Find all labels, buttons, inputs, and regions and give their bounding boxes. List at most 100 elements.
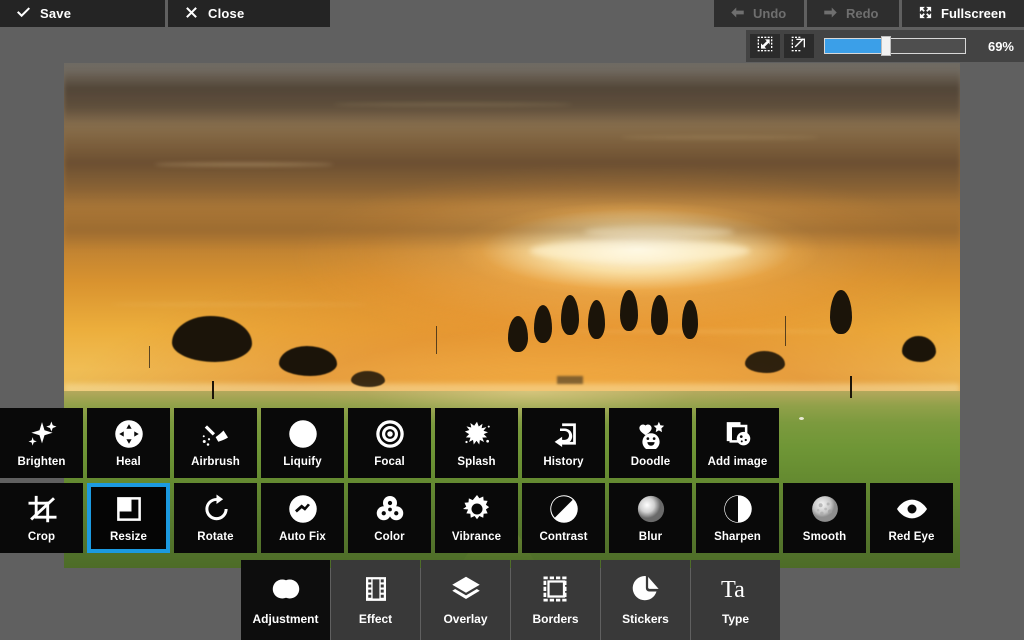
tool-label: Blur (638, 530, 663, 543)
tab-stickers[interactable]: Stickers (601, 560, 690, 640)
zoom-slider[interactable] (824, 36, 966, 56)
color-circles-icon (375, 494, 405, 524)
tree-trunk (211, 381, 214, 400)
tool-sharpen[interactable]: Sharpen (696, 483, 779, 553)
zoom-toolbar: 69% (746, 30, 1024, 62)
tool-label: Doodle (630, 455, 671, 468)
tab-label: Effect (358, 612, 393, 626)
tool-add-image[interactable]: Add image (696, 408, 779, 478)
close-button-label: Close (208, 6, 245, 21)
tool-doodle[interactable]: Doodle (609, 408, 692, 478)
fullscreen-button[interactable]: Fullscreen (902, 0, 1024, 27)
tool-label: Auto Fix (279, 530, 326, 543)
tool-vibrance[interactable]: Vibrance (435, 483, 518, 553)
tool-smooth[interactable]: Smooth (783, 483, 866, 553)
actual-size-button[interactable] (784, 34, 814, 58)
airbrush-icon (201, 419, 231, 449)
zoom-slider-fill (825, 39, 884, 53)
save-button-label: Save (40, 6, 72, 21)
tool-liquify[interactable]: Liquify (261, 408, 344, 478)
top-right-toolbar: Undo Redo Fullscreen 69% (714, 0, 1024, 62)
sheep (798, 416, 804, 420)
border-frame-icon (541, 574, 571, 604)
contrast-icon (549, 494, 579, 524)
cloud-band (64, 129, 960, 203)
cloud-band (64, 209, 960, 250)
tool-crop[interactable]: Crop (0, 483, 83, 553)
sun-break-streak (529, 239, 750, 262)
utility-pole (435, 325, 437, 354)
tab-label: Stickers (622, 612, 669, 626)
tool-label: Vibrance (451, 530, 502, 543)
doodle-icon (636, 419, 666, 449)
actual-size-icon (791, 36, 807, 57)
tool-resize[interactable]: Resize (87, 483, 170, 553)
tool-brighten[interactable]: Brighten (0, 408, 83, 478)
tab-label: Borders (532, 612, 579, 626)
cirrus-cloud (153, 162, 334, 166)
tool-label: Liquify (283, 455, 322, 468)
tool-label: History (543, 455, 584, 468)
tool-label: Add image (707, 455, 768, 468)
tool-color[interactable]: Color (348, 483, 431, 553)
resize-icon (114, 494, 144, 524)
sparkles-icon (27, 419, 57, 449)
tree-silhouette (350, 371, 385, 388)
tool-label: Crop (27, 530, 56, 543)
cirrus-cloud (108, 302, 369, 306)
layers-icon (451, 574, 481, 604)
fullscreen-button-label: Fullscreen (941, 6, 1007, 21)
tool-rotate[interactable]: Rotate (174, 483, 257, 553)
svg-text:Ta: Ta (721, 576, 745, 603)
splash-icon (462, 419, 492, 449)
tool-label: Heal (116, 455, 141, 468)
tab-label: Overlay (443, 612, 488, 626)
undo-button[interactable]: Undo (714, 0, 804, 27)
arrow-left-icon (730, 5, 745, 23)
blur-icon (636, 494, 666, 524)
tool-red-eye[interactable]: Red Eye (870, 483, 953, 553)
fullscreen-expand-icon (918, 5, 933, 23)
tool-label: Rotate (197, 530, 234, 543)
poplar-tree (619, 290, 638, 332)
tool-label: Splash (457, 455, 496, 468)
tool-label: Red Eye (888, 530, 935, 543)
cirrus-cloud (332, 102, 573, 106)
photo-editor-app: Save Close Undo Redo Fullscreen 69% Brig… (0, 0, 1024, 640)
history-undo-icon (549, 419, 579, 449)
close-button[interactable]: Close (168, 0, 330, 27)
rotate-icon (201, 494, 231, 524)
tool-label: Contrast (539, 530, 588, 543)
smooth-icon (810, 494, 840, 524)
tool-row-primary: Brighten Heal Airbrush Liquify Focal Splash Hi… (0, 408, 779, 478)
save-button[interactable]: Save (0, 0, 165, 27)
redo-button[interactable]: Redo (807, 0, 899, 27)
utility-pole (149, 345, 151, 368)
tool-auto-fix[interactable]: Auto Fix (261, 483, 344, 553)
tool-heal[interactable]: Heal (87, 408, 170, 478)
film-strip-icon (361, 574, 391, 604)
fit-to-screen-button[interactable] (750, 34, 780, 58)
adjustment-icon (271, 574, 301, 604)
tab-overlay[interactable]: Overlay (421, 560, 510, 640)
tool-contrast[interactable]: Contrast (522, 483, 605, 553)
arrow-right-icon (823, 5, 838, 23)
tool-splash[interactable]: Splash (435, 408, 518, 478)
tool-blur[interactable]: Blur (609, 483, 692, 553)
tool-label: Airbrush (191, 455, 240, 468)
zoom-slider-thumb[interactable] (881, 36, 891, 56)
tab-adjustment[interactable]: Adjustment (241, 560, 330, 640)
focal-rings-icon (375, 419, 405, 449)
tree-silhouette (901, 335, 936, 362)
tool-airbrush[interactable]: Airbrush (174, 408, 257, 478)
heal-target-icon (114, 419, 144, 449)
vibrance-sun-icon (462, 494, 492, 524)
tab-borders[interactable]: Borders (511, 560, 600, 640)
tool-focal[interactable]: Focal (348, 408, 431, 478)
fit-to-screen-icon (757, 36, 773, 57)
tab-effect[interactable]: Effect (331, 560, 420, 640)
auto-fix-icon (288, 494, 318, 524)
tool-history[interactable]: History (522, 408, 605, 478)
tool-label: Smooth (802, 530, 847, 543)
tab-type[interactable]: Ta Type (691, 560, 780, 640)
